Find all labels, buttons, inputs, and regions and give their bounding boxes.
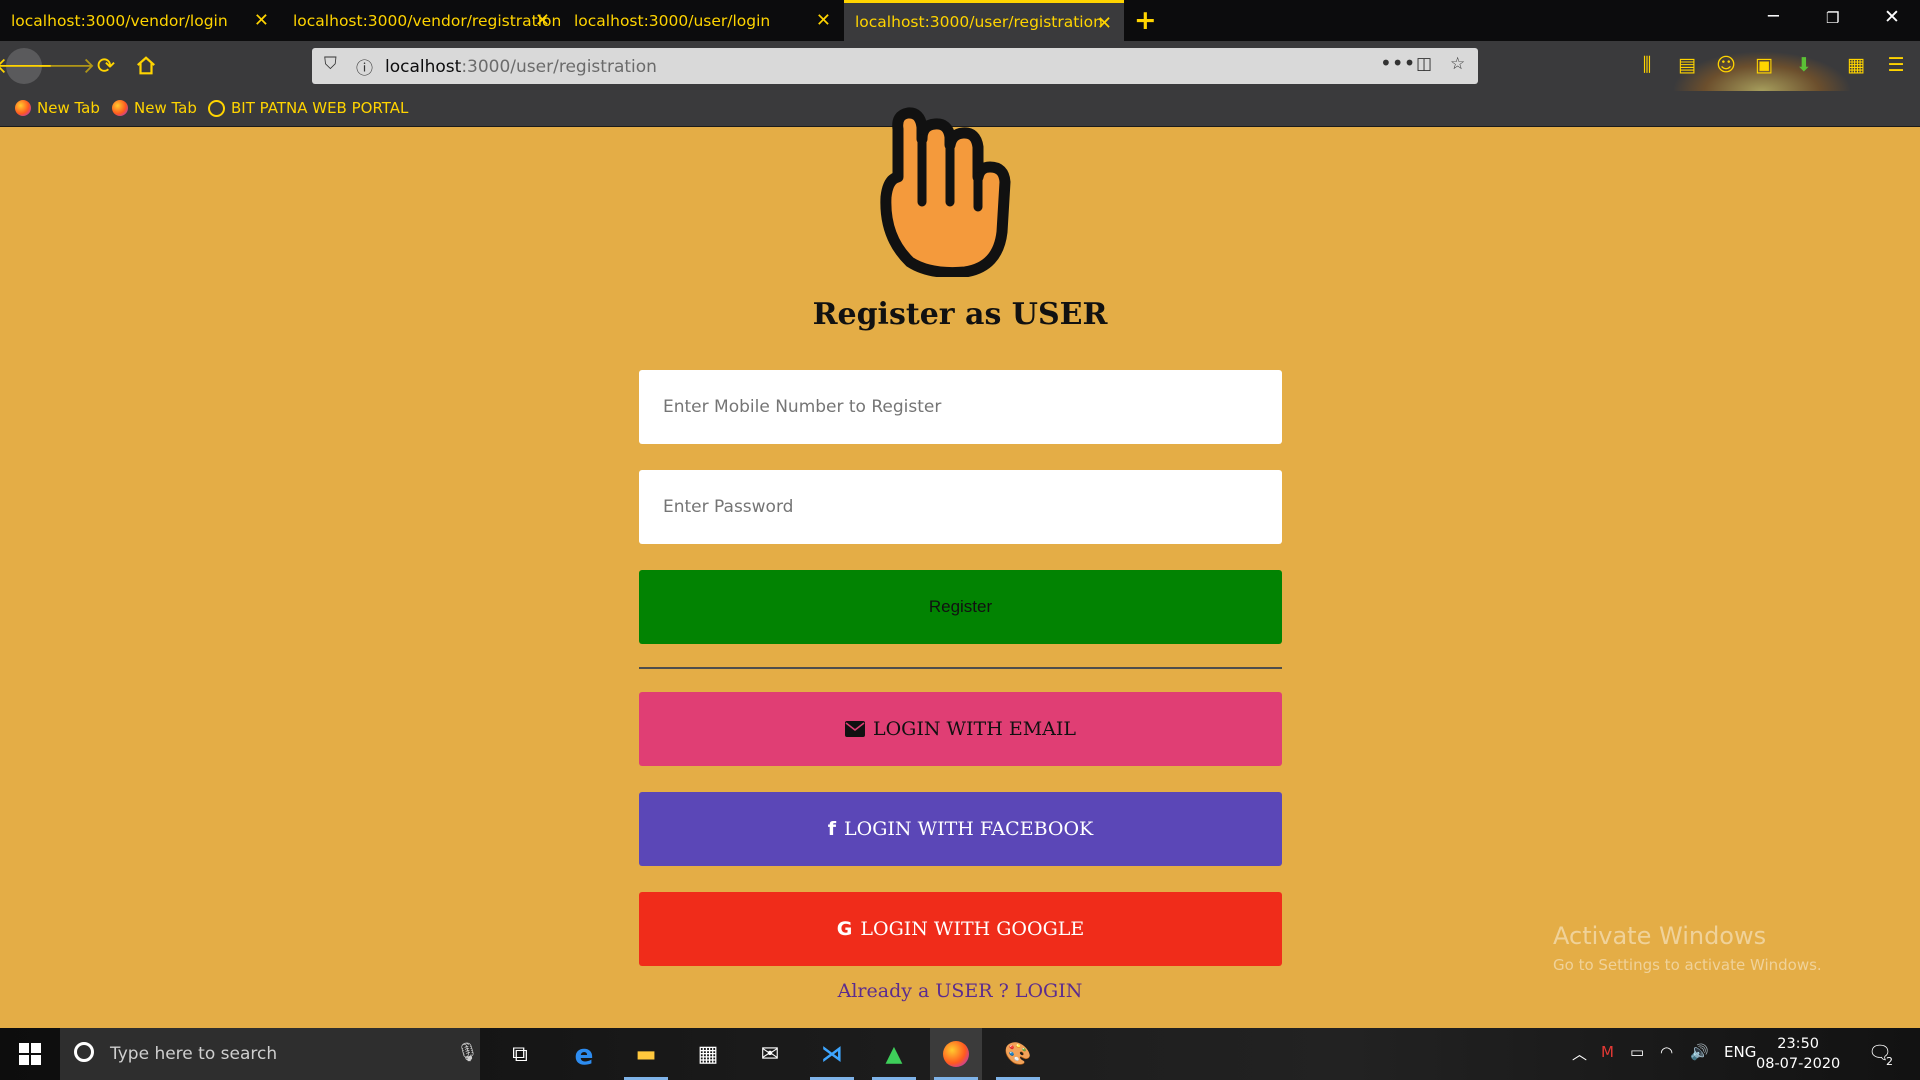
download-icon[interactable]: ⬇ [1792,53,1816,77]
new-tab-plus-icon[interactable]: + [1134,5,1157,36]
cortana-icon [74,1042,94,1062]
home-button[interactable] [128,48,164,84]
bookmark-label: New Tab [134,99,197,117]
already-user-login-link[interactable]: Already a USER ? LOGIN [0,980,1920,1002]
start-button[interactable] [0,1028,60,1080]
reader-view-icon[interactable]: ▤ [1675,53,1699,77]
tab-user-registration[interactable]: localhost:3000/user/registration ✕ [844,0,1124,41]
bookmark-new-tab-2[interactable]: New Tab [112,99,197,117]
mobile-number-input[interactable] [639,370,1282,444]
home-icon [137,56,155,75]
watermark-title: Activate Windows [1553,922,1767,950]
bookmark-bit-patna[interactable]: BIT PATNA WEB PORTAL [208,99,408,117]
notification-count: 2 [1886,1055,1893,1068]
tab-label: localhost:3000/user/login [574,11,771,30]
url-text[interactable]: localhost:3000/user/registration [385,57,657,77]
page-title: Register as USER [812,297,1108,332]
login-with-email-button[interactable]: LOGIN WITH EMAIL [639,692,1282,766]
pocket-icon[interactable]: ◫ [1416,54,1432,74]
close-icon[interactable]: ✕ [535,10,550,31]
tab-label: localhost:3000/user/registration [855,13,1103,31]
windows-taskbar: Type here to search 🎙 ⧉ e ▬ ▦ ✉ ⋊ ▲ 🎨 ︿ … [0,1028,1920,1080]
firefox-icon [943,1041,969,1067]
google-button-label: LOGIN WITH GOOGLE [860,918,1085,940]
google-icon: G [836,918,853,940]
info-icon[interactable]: ⓘ [356,54,373,79]
bookmark-label: New Tab [37,99,100,117]
firefox-icon [15,100,31,116]
restore-icon[interactable]: ❐ [1826,9,1839,27]
bookmark-label: BIT PATNA WEB PORTAL [231,99,409,117]
wifi-icon[interactable]: ◠ [1660,1043,1673,1061]
facebook-icon: f [827,818,837,840]
account-icon[interactable]: ☺ [1714,53,1738,77]
facebook-button-label: LOGIN WITH FACEBOOK [844,818,1094,840]
vscode-icon[interactable]: ⋊ [806,1028,858,1080]
taskbar-search[interactable]: Type here to search 🎙 [60,1028,480,1080]
bookmark-star-icon[interactable]: ☆ [1450,54,1465,74]
url-path: :3000/user/registration [461,57,657,77]
clock[interactable]: 23:50 08-07-2020 [1756,1034,1840,1074]
navigation-bar: 🡐 🡒 ⟳ ⛉ ⓘ localhost:3000/user/registrati… [0,41,1920,131]
window-close-icon[interactable]: ✕ [1884,6,1900,28]
battery-icon[interactable]: ▭ [1630,1043,1644,1061]
close-icon[interactable]: ✕ [816,10,831,31]
arrow-right-icon: 🡒 [36,54,96,79]
task-view-icon[interactable]: ⧉ [494,1028,546,1080]
extension-icon[interactable]: ▣ [1752,53,1776,77]
clock-time: 23:50 [1777,1036,1820,1052]
robo-3t-icon[interactable]: ▲ [868,1028,920,1080]
globe-icon [208,99,225,117]
reload-button[interactable]: ⟳ [88,48,124,84]
firefox-icon [112,100,128,116]
firefox-taskbar-icon[interactable] [930,1028,982,1080]
tab-vendor-login[interactable]: localhost:3000/vendor/login ✕ [0,0,281,41]
menu-hamburger-icon[interactable]: ☰ [1884,53,1908,77]
tab-user-login[interactable]: localhost:3000/user/login ✕ [563,0,843,41]
url-bar[interactable]: ⛉ ⓘ localhost:3000/user/registration •••… [312,48,1478,84]
register-label: Register [928,597,993,616]
login-with-facebook-button[interactable]: f LOGIN WITH FACEBOOK [639,792,1282,866]
tab-label: localhost:3000/vendor/registration [293,11,562,30]
search-placeholder: Type here to search [110,1044,278,1064]
password-input[interactable] [639,470,1282,544]
library-icon[interactable]: ⫼ [1635,53,1659,77]
language-indicator[interactable]: ENG [1724,1043,1756,1061]
pointing-hand-icon [880,107,1011,277]
microphone-icon[interactable]: 🎙 [456,1042,479,1063]
shield-icon[interactable]: ⛉ [324,54,337,74]
volume-icon[interactable]: 🔊 [1690,1043,1709,1061]
clock-date: 08-07-2020 [1756,1056,1841,1072]
file-explorer-icon[interactable]: ▬ [620,1028,672,1080]
paint-icon[interactable]: 🎨 [992,1028,1044,1080]
tab-vendor-registration[interactable]: localhost:3000/vendor/registration ✕ [282,0,562,41]
store-icon[interactable]: ▦ [682,1028,734,1080]
watermark-subtitle: Go to Settings to activate Windows. [1553,956,1822,974]
email-button-label: LOGIN WITH EMAIL [872,718,1077,740]
addons-icon[interactable]: ▦ [1844,53,1868,77]
mcafee-icon[interactable]: M [1601,1043,1614,1061]
envelope-icon [844,721,865,737]
more-options-icon[interactable]: ••• [1380,51,1415,75]
close-icon[interactable]: ✕ [254,10,269,31]
close-icon[interactable]: ✕ [1097,13,1112,34]
edge-icon[interactable]: e [558,1028,610,1080]
activate-windows-watermark: Activate Windows Go to Settings to activ… [1553,922,1822,974]
url-host: localhost [385,57,462,77]
show-hidden-icons-chevron[interactable]: ︿ [1572,1043,1587,1064]
divider [639,667,1282,669]
mail-icon[interactable]: ✉ [744,1028,796,1080]
minimize-icon[interactable]: ─ [1768,6,1779,27]
windows-logo-icon [19,1043,41,1065]
reload-icon: ⟳ [96,53,116,79]
register-button[interactable]: Register [639,570,1282,644]
tab-strip: localhost:3000/vendor/login ✕ localhost:… [0,0,1920,41]
registration-page: Register as USER Register LOGIN WITH EMA… [0,107,1920,1028]
login-with-google-button[interactable]: G LOGIN WITH GOOGLE [639,892,1282,966]
tab-label: localhost:3000/vendor/login [11,11,228,30]
forward-button[interactable]: 🡒 [37,48,96,84]
bookmark-new-tab-1[interactable]: New Tab [15,99,100,117]
